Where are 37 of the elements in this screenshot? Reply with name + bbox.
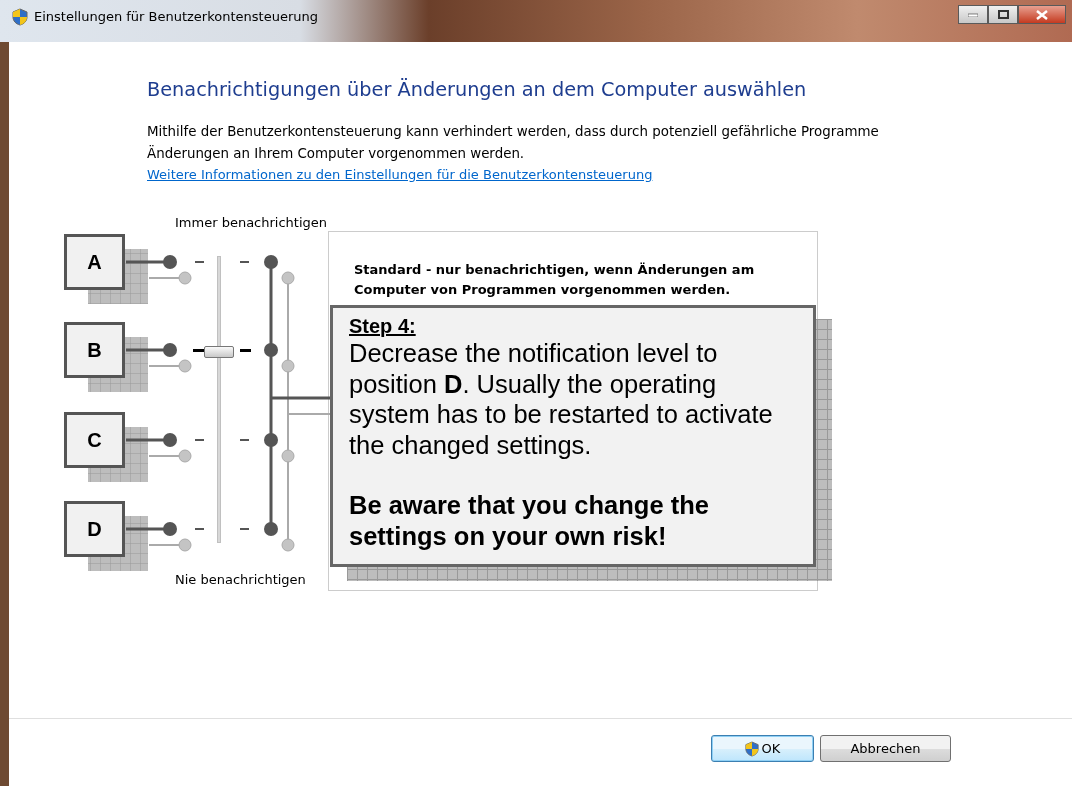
tick-mark <box>240 261 249 263</box>
leader-line <box>126 343 192 373</box>
shield-icon <box>12 8 28 26</box>
position-marker: A <box>64 234 125 290</box>
tick-mark <box>195 261 204 263</box>
position-marker: B <box>64 322 125 378</box>
close-button[interactable] <box>1018 5 1066 24</box>
tick-mark <box>193 349 204 352</box>
description-text: Mithilfe der Benutzerkontensteuerung kann verhindert werden, dass durch potenziell gefährliche Programme Änderungen an Ihrem Computer vorgenommen werden. <box>147 123 880 164</box>
leader-line <box>126 255 192 285</box>
minimize-icon <box>968 12 978 17</box>
slider-top-label: Immer benachrichtigen <box>175 214 328 232</box>
tick-mark <box>240 528 249 530</box>
leader-line <box>126 433 192 463</box>
page-heading: Benachrichtigungen über Änderungen an dem Computer auswählen <box>147 78 808 102</box>
position-marker: C <box>64 412 125 468</box>
callout-title: Step 4: <box>349 314 417 338</box>
callout-warning: Be aware that you change the settings on your own risk! <box>349 490 710 551</box>
cancel-button[interactable]: Abbrechen <box>820 735 951 762</box>
window-title: Einstellungen für Benutzerkontensteuerung <box>34 8 318 26</box>
info-link[interactable]: Weitere Informationen zu den Einstellungen für die Benutzerkontensteuerung <box>147 167 653 183</box>
tick-mark <box>195 528 204 530</box>
close-icon <box>1036 9 1048 20</box>
leader-line <box>126 522 192 552</box>
maximize-button[interactable] <box>988 5 1018 24</box>
shield-icon <box>744 740 759 757</box>
tick-mark <box>195 439 204 441</box>
slider-thumb[interactable] <box>204 345 234 358</box>
callout-text: Decrease the notification level to position D. Usually the operating system has to be restarted to activate the changed settings. <box>349 338 774 460</box>
minimize-button[interactable] <box>958 5 988 24</box>
tick-mark <box>240 349 251 352</box>
slider-bottom-label: Nie benachrichtigen <box>175 571 306 589</box>
ok-button[interactable]: OK <box>711 735 814 762</box>
tick-mark <box>240 439 249 441</box>
level-description: Standard - nur benachrichtigen, wenn Änderungen am Computer von Programmen vorgenommen werden. <box>354 261 756 299</box>
maximize-icon <box>997 10 1009 19</box>
position-marker: D <box>64 501 125 557</box>
